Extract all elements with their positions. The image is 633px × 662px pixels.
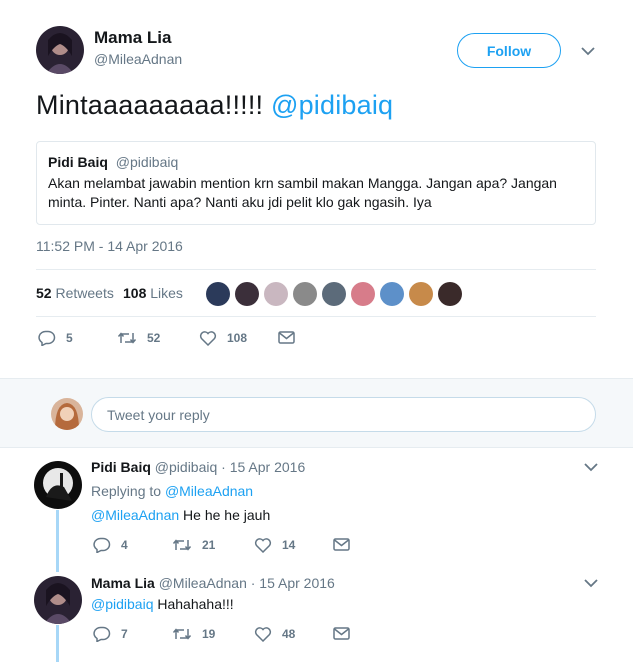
retweet-icon [172,628,192,640]
liker-avatar[interactable] [235,282,259,306]
heart-icon [254,538,272,553]
tweet-text: Mintaaaaaaaaa!!!!! @pidibaiq [36,90,393,121]
reply-icon [93,626,111,642]
reply-author-name[interactable]: Mama Lia [91,575,155,591]
liker-avatar[interactable] [380,282,404,306]
reply-date[interactable]: · 15 Apr 2016 [251,575,335,591]
envelope-icon [333,538,350,551]
retweet-count: 52 [147,331,161,345]
reply-tweet[interactable]: Mama Lia @MileaAdnan · 15 Apr 2016 @pidi… [0,565,633,662]
liker-avatar[interactable] [322,282,346,306]
liker-avatar[interactable] [293,282,317,306]
reply-date[interactable]: · 15 Apr 2016 [221,459,305,475]
reply-text: @pidibaiq Hahahaha!!! [91,596,234,612]
reply-count: 4 [121,538,128,552]
replying-to: Replying to @MileaAdnan [91,483,253,499]
retweet-action[interactable]: 52 [117,330,160,346]
message-action[interactable] [333,627,360,640]
author-avatar[interactable] [36,26,84,74]
quoted-tweet-text: Akan melambat jawabin mention krn sambil… [48,175,557,210]
like-count: 14 [282,538,296,552]
reply-count: 7 [121,627,128,641]
heart-icon [254,627,272,642]
reply-author-handle[interactable]: @MileaAdnan [159,575,247,591]
likes-count: 108 [123,285,147,301]
reply-author-avatar[interactable] [34,461,82,509]
retweet-icon [172,539,192,551]
retweet-action[interactable]: 19 [172,626,215,642]
retweets-count: 52 [36,285,52,301]
liker-avatar[interactable] [206,282,230,306]
replying-to-label: Replying to [91,483,162,499]
quoted-tweet-header: Pidi Baiq @pidibaiq [48,154,583,170]
author-name[interactable]: Mama Lia [94,28,171,48]
message-action[interactable] [278,331,305,344]
reply-input[interactable]: Tweet your reply [91,397,596,432]
like-action[interactable]: 14 [254,537,295,553]
reply-header: Mama Lia @MileaAdnan · 15 Apr 2016 [91,575,335,591]
liker-avatar[interactable] [438,282,462,306]
current-user-avatar [51,398,83,430]
reply-mention-link[interactable]: @pidibaiq [91,596,153,612]
reply-body: He he he jauh [183,507,271,523]
liker-avatar[interactable] [409,282,433,306]
retweet-icon [117,332,137,344]
thread-connector [56,510,59,565]
retweet-count: 19 [202,627,216,641]
quoted-tweet[interactable]: Pidi Baiq @pidibaiq Akan melambat jawabi… [36,141,596,225]
reply-composer: Tweet your reply [0,378,633,448]
envelope-icon [333,627,350,640]
reply-action[interactable]: 4 [93,537,128,553]
reply-author-name[interactable]: Pidi Baiq [91,459,151,475]
follow-button[interactable]: Follow [457,33,561,68]
likes-label: Likes [150,285,183,301]
thread-connector [56,565,59,572]
reply-header: Pidi Baiq @pidibaiq · 15 Apr 2016 [91,459,305,475]
reply-action[interactable]: 5 [38,330,73,346]
liker-avatar[interactable] [264,282,288,306]
tweet-stats: 52 Retweets 108 Likes [36,269,596,317]
like-count: 108 [227,331,248,345]
chevron-down-icon[interactable] [580,46,596,56]
reply-tweet[interactable]: Pidi Baiq @pidibaiq · 15 Apr 2016 Replyi… [0,448,633,565]
like-action[interactable]: 108 [199,330,247,346]
chevron-down-icon[interactable] [583,578,599,588]
retweet-action[interactable]: 21 [172,537,215,553]
liker-avatar[interactable] [351,282,375,306]
quoted-author-name: Pidi Baiq [48,154,108,170]
retweets-label: Retweets [55,285,114,301]
heart-icon [199,331,217,346]
tweet-timestamp[interactable]: 11:52 PM - 14 Apr 2016 [36,238,183,254]
reply-action[interactable]: 7 [93,626,128,642]
thread-connector [56,625,59,662]
retweets-stat[interactable]: 52 Retweets [36,285,114,301]
like-action[interactable]: 48 [254,626,295,642]
quoted-author-handle: @pidibaiq [115,154,179,170]
retweet-count: 21 [202,538,216,552]
replying-to-link[interactable]: @MileaAdnan [165,483,253,499]
author-handle[interactable]: @MileaAdnan [94,51,182,67]
tweet-body: Mintaaaaaaaaa!!!!! [36,90,264,120]
reply-author-avatar[interactable] [34,576,82,624]
reply-mention-link[interactable]: @MileaAdnan [91,507,179,523]
reply-body: Hahahaha!!! [157,596,234,612]
chevron-down-icon[interactable] [583,462,599,472]
reply-icon [93,537,111,553]
tweet-mention-link[interactable]: @pidibaiq [271,90,393,120]
reply-author-handle[interactable]: @pidibaiq [155,459,217,475]
likes-stat[interactable]: 108 Likes [123,285,183,301]
like-count: 48 [282,627,296,641]
main-tweet: Mama Lia @MileaAdnan Follow Mintaaaaaaaa… [0,0,633,378]
envelope-icon [278,331,295,344]
likers-avatars [206,282,462,306]
message-action[interactable] [333,538,360,551]
reply-text: @MileaAdnan He he he jauh [91,507,270,523]
reply-count: 5 [66,331,73,345]
reply-icon [38,330,56,346]
